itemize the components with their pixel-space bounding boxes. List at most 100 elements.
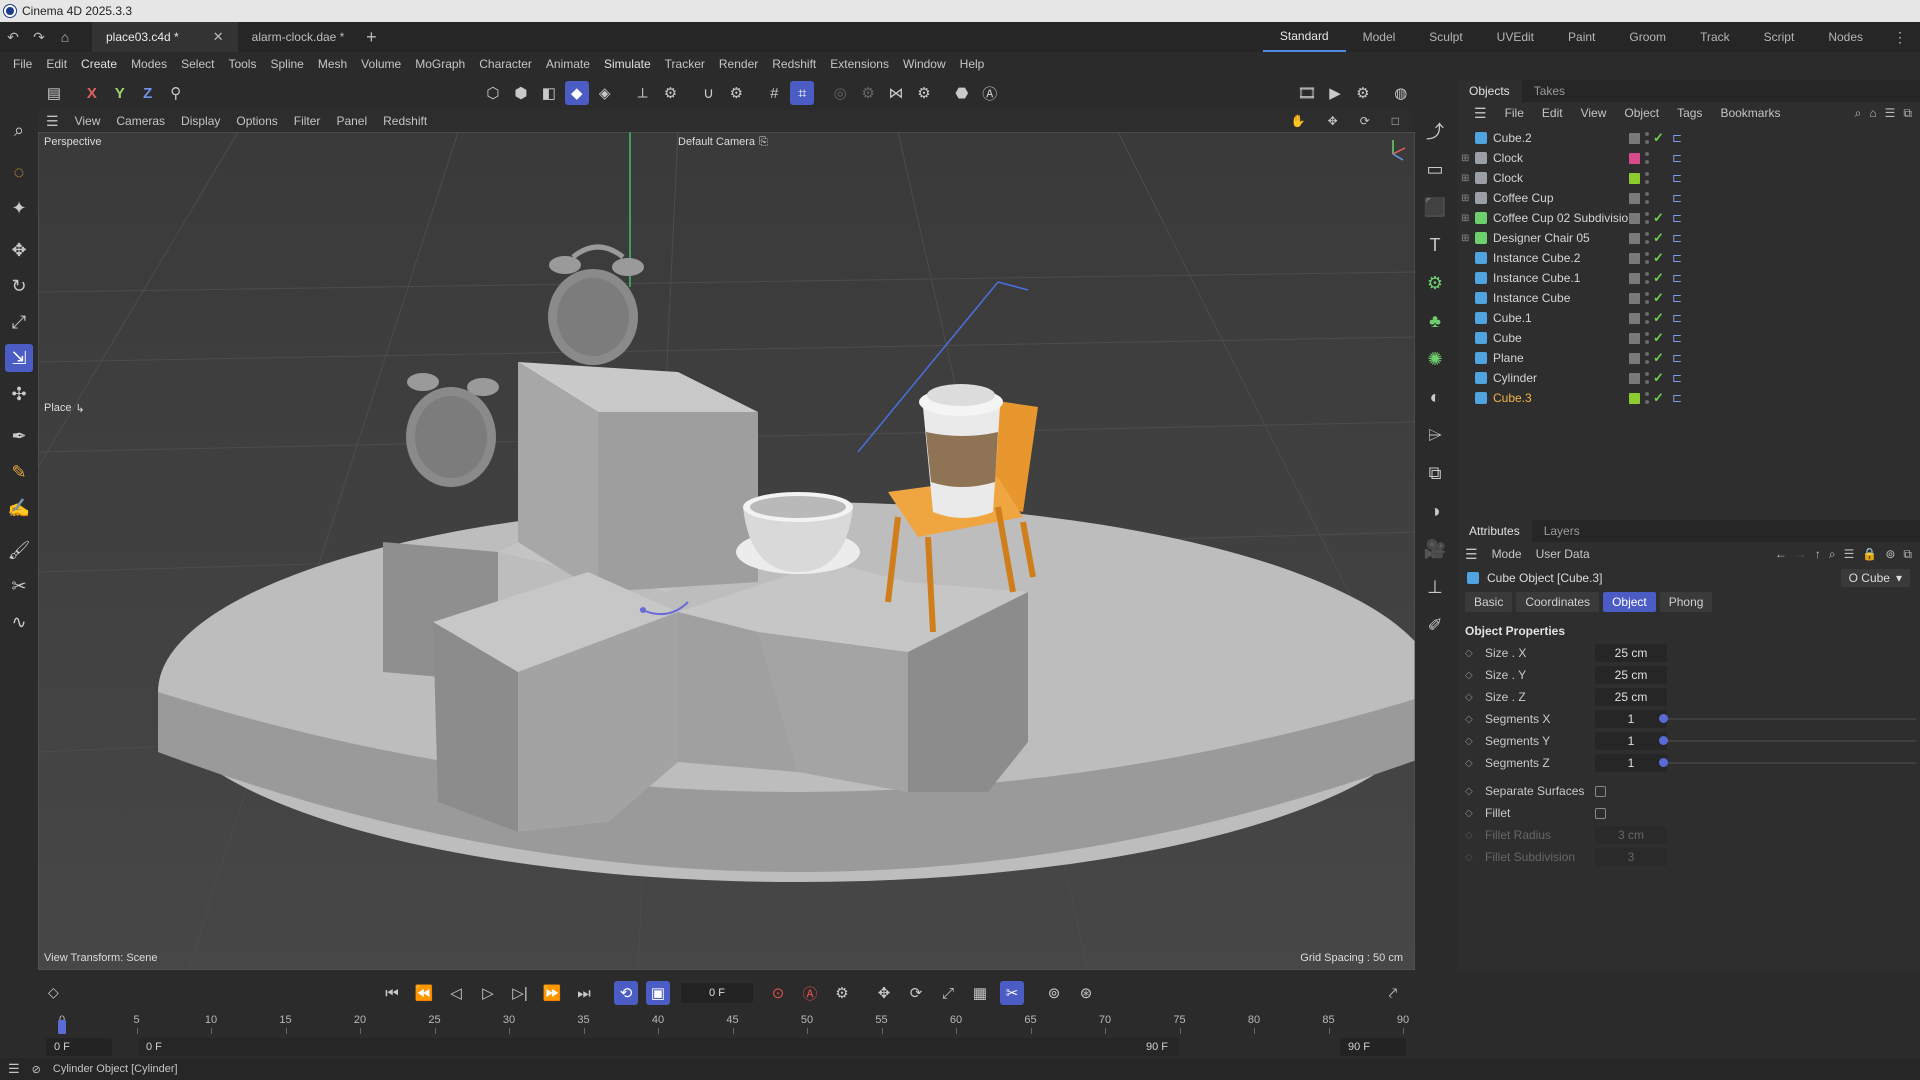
hamburger-menu-icon[interactable]: ☰ (8, 1061, 20, 1077)
menu-file[interactable]: File (6, 57, 39, 71)
tag-icon[interactable]: ⊏ (1672, 291, 1682, 305)
menu-tracker[interactable]: Tracker (658, 57, 712, 71)
layer-color-swatch[interactable] (1629, 292, 1640, 304)
layer-color-swatch[interactable] (1629, 272, 1640, 284)
property-value-field[interactable]: 1 (1595, 732, 1667, 750)
new-tab-icon[interactable]: + (358, 26, 384, 48)
tag-icon[interactable]: ⊏ (1672, 311, 1682, 325)
search-icon[interactable]: ⌕ (5, 116, 33, 144)
objects-menu-edit[interactable]: Edit (1533, 106, 1572, 120)
keyframe-diamond-icon[interactable]: ◇ (1465, 648, 1477, 659)
tags-icon[interactable]: ✐ (1420, 610, 1450, 640)
object-row[interactable]: ⊞ Clock ⊏ (1457, 148, 1920, 168)
layer-color-swatch[interactable] (1629, 172, 1640, 184)
layout-nodes[interactable]: Nodes (1811, 22, 1880, 52)
enabled-check-icon[interactable]: ✓ (1653, 270, 1664, 286)
hamburger-menu-icon[interactable]: ☰ (1465, 546, 1478, 563)
tab-objects[interactable]: Objects (1457, 80, 1522, 102)
frame-icon[interactable]: ▭ (1420, 154, 1450, 184)
pen-icon[interactable]: ✒ (5, 422, 33, 450)
menu-select[interactable]: Select (174, 57, 221, 71)
object-mode-icon[interactable]: ▤ (42, 81, 66, 105)
3d-viewport[interactable]: Perspective Default Camera ⎘ Place ↳ Vie… (38, 132, 1415, 970)
tag-icon[interactable]: ⊏ (1672, 191, 1682, 205)
enabled-check-icon[interactable]: ✓ (1653, 370, 1664, 386)
start-frame-field[interactable]: 0 F (46, 1038, 112, 1056)
layer-color-swatch[interactable] (1629, 312, 1640, 324)
enabled-check-icon[interactable]: ✓ (1653, 390, 1664, 406)
menu-character[interactable]: Character (472, 57, 539, 71)
visibility-dots-icon[interactable] (1645, 132, 1649, 144)
object-row[interactable]: Instance Cube.2 ✓ ⊏ (1457, 248, 1920, 268)
enabled-check-icon[interactable]: ✓ (1653, 330, 1664, 346)
keyframe-diamond-icon[interactable]: ◇ (1465, 808, 1477, 819)
playhead[interactable] (58, 1020, 66, 1034)
light-icon[interactable]: ⊥ (1420, 572, 1450, 602)
subtab-coordinates[interactable]: Coordinates (1516, 592, 1600, 612)
layer-color-swatch[interactable] (1629, 192, 1640, 204)
render-view-icon[interactable]: 🎞 (1295, 81, 1319, 105)
tag-icon[interactable]: ⊏ (1672, 391, 1682, 405)
object-row[interactable]: ⊞ Clock ⊏ (1457, 168, 1920, 188)
objects-menu-view[interactable]: View (1572, 106, 1616, 120)
symmetry-settings-icon[interactable]: ⚙ (912, 81, 936, 105)
move-view-icon[interactable]: ✥ (1320, 114, 1346, 128)
object-row[interactable]: Cylinder ✓ ⊏ (1457, 368, 1920, 388)
layer-color-swatch[interactable] (1629, 372, 1640, 384)
menu-tools[interactable]: Tools (221, 57, 263, 71)
tag-icon[interactable]: ⊏ (1672, 211, 1682, 225)
attributes-menu-mode[interactable]: Mode (1492, 547, 1522, 561)
model-mode-icon[interactable]: ◆ (564, 81, 589, 105)
tag-icon[interactable]: ⊏ (1672, 371, 1682, 385)
tag-icon[interactable]: ⊏ (1672, 171, 1682, 185)
redo-icon[interactable]: ↷ (26, 26, 52, 48)
menu-redshift[interactable]: Redshift (765, 57, 823, 71)
snap-icon[interactable]: ∪ (696, 81, 720, 105)
object-row[interactable]: Cube.2 ✓ ⊏ (1457, 128, 1920, 148)
viewport-menu-redshift[interactable]: Redshift (375, 114, 435, 128)
object-row[interactable]: Instance Cube.1 ✓ ⊏ (1457, 268, 1920, 288)
menu-edit[interactable]: Edit (39, 57, 74, 71)
filter-icon[interactable]: ☰ (1844, 547, 1855, 562)
soft-selection-settings-icon[interactable]: ⚙ (856, 81, 880, 105)
object-row[interactable]: Cube.3 ✓ ⊏ (1457, 388, 1920, 408)
enabled-check-icon[interactable]: ✓ (1653, 130, 1664, 146)
expand-icon[interactable]: ⊞ (1461, 213, 1475, 224)
keyframe-diamond-icon[interactable]: ◇ (1465, 736, 1477, 747)
tag-icon[interactable]: ⊏ (1672, 271, 1682, 285)
layout-script[interactable]: Script (1747, 22, 1812, 52)
subtab-object[interactable]: Object (1603, 592, 1656, 612)
hamburger-menu-icon[interactable]: ☰ (1465, 105, 1496, 122)
objects-menu-bookmarks[interactable]: Bookmarks (1711, 106, 1789, 120)
visibility-dots-icon[interactable] (1645, 292, 1649, 304)
enabled-check-icon[interactable]: ✓ (1653, 250, 1664, 266)
visibility-dots-icon[interactable] (1645, 392, 1649, 404)
enabled-check-icon[interactable]: ✓ (1653, 350, 1664, 366)
camera-icon[interactable]: 🎥 (1420, 534, 1450, 564)
z-axis-lock-button[interactable]: Z (136, 81, 160, 105)
y-axis-lock-button[interactable]: Y (108, 81, 132, 105)
enabled-check-icon[interactable]: ✓ (1653, 210, 1664, 226)
keyframe-diamond-icon[interactable]: ◇ (1465, 692, 1477, 703)
sketch-icon[interactable]: ✍ (5, 494, 33, 522)
axis-mode-icon[interactable]: ⟂ (631, 81, 655, 105)
slider-knob[interactable] (1659, 714, 1668, 723)
attributes-menu-user-data[interactable]: User Data (1536, 547, 1590, 561)
soft-selection-icon[interactable]: ◎ (828, 81, 852, 105)
place-tool-icon[interactable]: ⇲ (5, 344, 33, 372)
search-icon[interactable]: ⌕ (1855, 106, 1862, 121)
timeline-ruler[interactable]: 051015202530354045505560657075808590 (38, 978, 1415, 1038)
object-row[interactable]: ⊞ Designer Chair 05 ✓ ⊏ (1457, 228, 1920, 248)
visibility-dots-icon[interactable] (1645, 352, 1649, 364)
lock-icon[interactable]: 🔒 (1862, 547, 1877, 562)
text-tool-icon[interactable]: T (1420, 230, 1450, 260)
layer-color-swatch[interactable] (1629, 232, 1640, 244)
layout-sculpt[interactable]: Sculpt (1412, 22, 1479, 52)
layout-track[interactable]: Track (1683, 22, 1747, 52)
layer-color-swatch[interactable] (1629, 332, 1640, 344)
menu-help[interactable]: Help (953, 57, 992, 71)
tab-takes[interactable]: Takes (1522, 80, 1577, 102)
keyframe-diamond-icon[interactable]: ◇ (1465, 786, 1477, 797)
spline-pen-icon[interactable]: ✎ (5, 458, 33, 486)
visibility-dots-icon[interactable] (1645, 152, 1649, 164)
